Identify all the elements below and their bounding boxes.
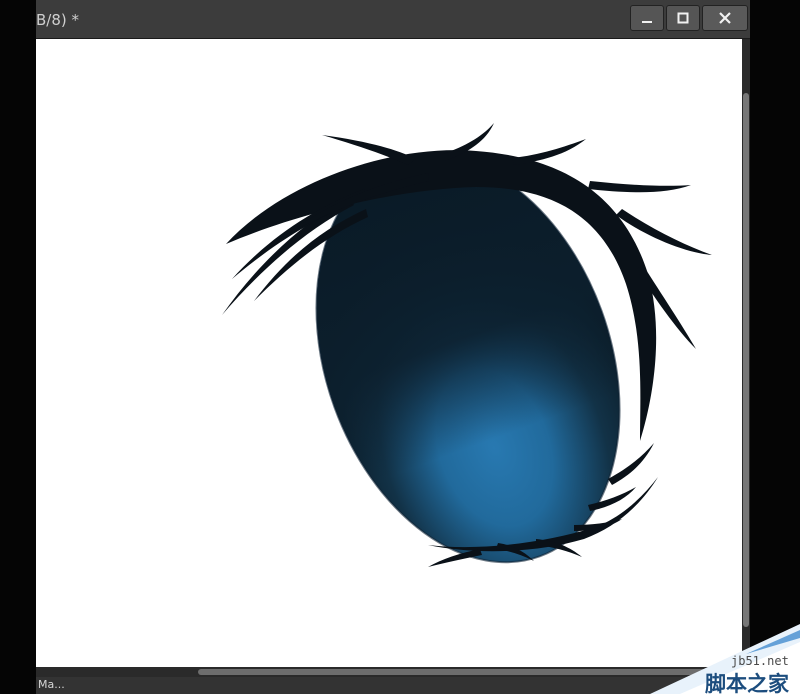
vertical-scroll-thumb[interactable] — [743, 93, 749, 627]
horizontal-scroll-thumb[interactable] — [198, 669, 708, 675]
document-window: B/8) * Ma... — [36, 0, 750, 694]
window-title: B/8) * — [36, 11, 80, 29]
maximize-button[interactable] — [666, 5, 700, 31]
watermark-url: jb51.net — [731, 654, 789, 668]
minimize-button[interactable] — [630, 5, 664, 31]
close-icon — [719, 12, 731, 24]
app: B/8) * Ma... jb51.net 脚本之家 — [0, 0, 800, 694]
status-text: Ma... — [38, 678, 65, 691]
eye-artwork — [222, 123, 712, 567]
status-bar: Ma... — [36, 677, 750, 694]
maximize-icon — [677, 12, 689, 24]
close-button[interactable] — [702, 5, 748, 31]
minimize-icon — [642, 21, 652, 23]
drawing-canvas[interactable] — [36, 39, 742, 667]
vertical-scrollbar[interactable] — [742, 39, 750, 667]
watermark-site-name: 脚本之家 — [705, 672, 789, 694]
title-bar[interactable]: B/8) * — [36, 0, 750, 39]
horizontal-scrollbar[interactable] — [36, 667, 742, 677]
